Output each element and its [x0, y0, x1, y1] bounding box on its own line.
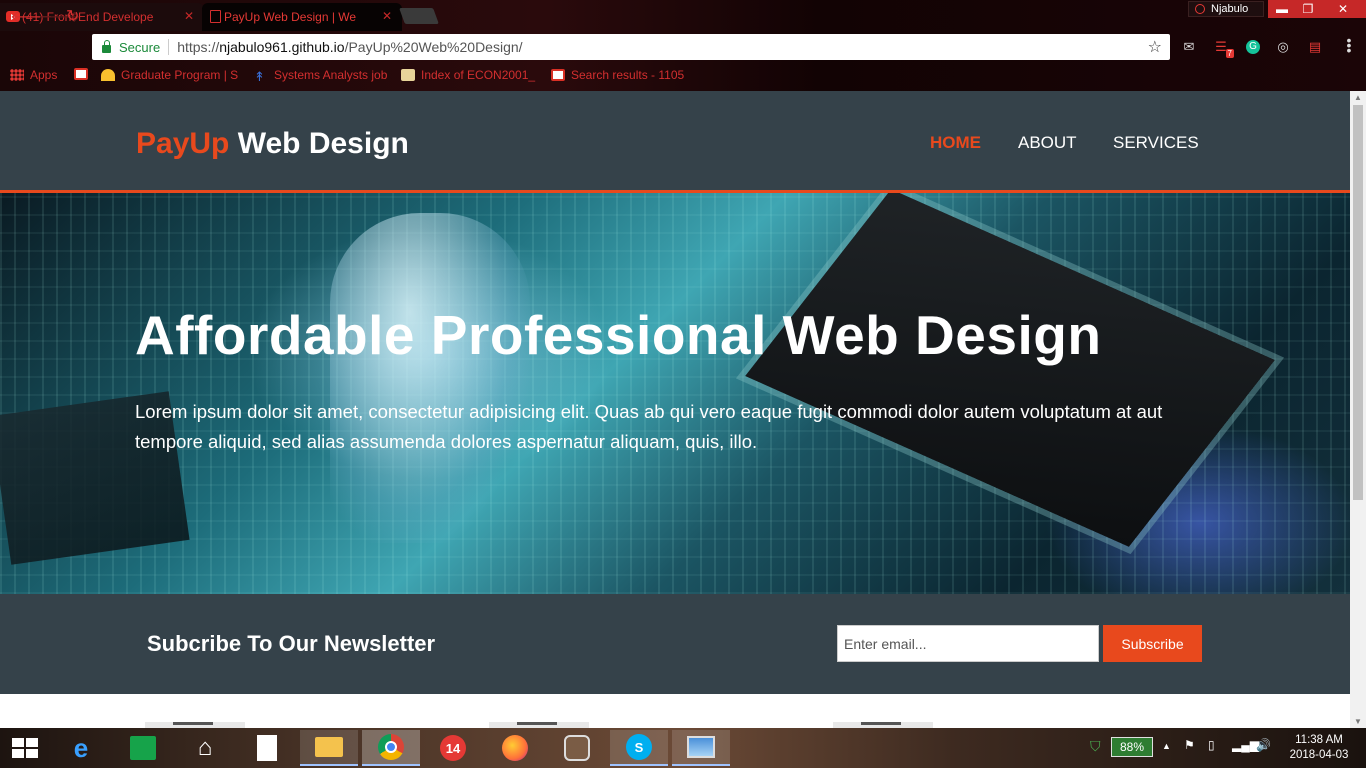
umbrella-icon — [101, 69, 115, 81]
taskbar: e ⌂ 14 S ⛉ 88% ▲ ⚑ ▯ ▂▄▆ 🔊 11:38 AM 2018… — [0, 728, 1366, 768]
page-icon — [210, 10, 221, 23]
profile-button[interactable]: Njabulo — [1188, 1, 1264, 17]
show-hidden-icons[interactable]: ▲ — [1162, 741, 1171, 751]
bookmark-econ2001[interactable]: Index of ECON2001_ — [401, 68, 535, 82]
hero-text: Lorem ipsum dolor sit amet, consectetur … — [135, 401, 1163, 452]
profile-icon — [1195, 4, 1205, 14]
scrollbar-thumb[interactable] — [1353, 105, 1363, 500]
page-viewport: PayUp Web Design HOME ABOUT SERVICES Aff… — [0, 91, 1350, 728]
email-field[interactable] — [837, 625, 1099, 662]
clock[interactable]: 11:38 AM 2018-04-03 — [1282, 733, 1356, 763]
bookmark-apps[interactable]: Apps — [10, 68, 57, 82]
browser-chrome: (41) Front End Develope ✕ PayUp Web Desi… — [0, 0, 1366, 91]
bookmark-star-icon[interactable]: ☆ — [1148, 37, 1162, 57]
network-icon[interactable]: ▂▄▆ — [1232, 738, 1259, 752]
scroll-down-icon[interactable]: ▼ — [1354, 717, 1362, 726]
close-tab-icon[interactable]: ✕ — [382, 9, 392, 23]
nav-services[interactable]: SERVICES — [1113, 133, 1199, 153]
power-icon[interactable]: ▯ — [1208, 738, 1215, 752]
security-shield-icon[interactable]: ⛉ — [1090, 738, 1101, 755]
fingerprint-icon[interactable]: ◎ — [1274, 38, 1292, 56]
close-window-button[interactable]: ✕ — [1320, 0, 1366, 18]
bookmark-gmail[interactable] — [74, 68, 88, 80]
firefox-icon[interactable] — [486, 730, 544, 766]
newsletter-section: Subcribe To Our Newsletter Subscribe — [0, 594, 1350, 694]
profile-name: Njabulo — [1211, 3, 1249, 15]
instagram-icon[interactable] — [548, 730, 606, 766]
apps-grid-icon — [10, 69, 24, 81]
minimize-button[interactable]: ▬ — [1268, 0, 1296, 18]
secure-label: Secure — [119, 39, 161, 55]
bookmark-graduate-program[interactable]: Graduate Program | S — [101, 68, 238, 82]
newsletter-title: Subcribe To Our Newsletter — [147, 631, 436, 656]
action-flag-icon[interactable]: ⚑ — [1184, 738, 1195, 752]
arrow-up-icon: ↟ — [254, 69, 265, 84]
subscribe-button[interactable]: Subscribe — [1103, 625, 1202, 662]
clock-time: 11:38 AM — [1295, 734, 1343, 746]
bookmarks-bar: Apps Graduate Program | S ↟ Systems Anal… — [0, 64, 1366, 88]
url-text[interactable]: https://njabulo961.github.io/PayUp%20Web… — [177, 39, 522, 55]
new-tab-button[interactable] — [399, 8, 439, 24]
nav-about[interactable]: ABOUT — [1018, 133, 1077, 153]
page-scrollbar[interactable]: ▲ ▼ — [1350, 91, 1366, 728]
site-header: PayUp Web Design HOME ABOUT SERVICES — [0, 91, 1350, 193]
menu-icon[interactable]: • • • — [1344, 33, 1354, 57]
home-icon[interactable]: ⌂ — [176, 730, 234, 766]
mail-checker-icon[interactable]: ✉ — [1180, 38, 1198, 56]
store-icon[interactable] — [114, 730, 172, 766]
bookmark-search-results[interactable]: Search results - 1105 — [551, 68, 684, 82]
reload-icon[interactable]: ↻ — [66, 6, 79, 26]
photos-icon[interactable] — [672, 730, 730, 766]
grammarly-icon[interactable]: G — [1244, 38, 1262, 56]
close-tab-icon[interactable]: ✕ — [184, 9, 194, 23]
tab-title: PayUp Web Design | We — [224, 10, 357, 24]
hero-title: Affordable Professional Web Design — [135, 304, 1102, 366]
scroll-up-icon[interactable]: ▲ — [1354, 93, 1362, 102]
gmail-icon — [74, 68, 88, 80]
volume-icon[interactable]: 🔊 — [1256, 738, 1271, 752]
tab-payup[interactable]: PayUp Web Design | We ✕ — [202, 3, 402, 31]
file-icon[interactable] — [238, 730, 296, 766]
start-icon[interactable] — [12, 738, 38, 758]
internet-explorer-icon[interactable]: e — [52, 730, 110, 766]
nav-home[interactable]: HOME — [930, 133, 981, 153]
battery-indicator[interactable]: 88% — [1111, 737, 1153, 757]
chrome-icon[interactable] — [362, 730, 420, 766]
lock-icon — [102, 40, 111, 53]
todoist-icon[interactable]: ☰ 7 — [1212, 38, 1234, 58]
app-14-icon[interactable]: 14 — [424, 730, 482, 766]
address-bar[interactable]: Secure https://njabulo961.github.io/PayU… — [92, 34, 1170, 60]
divider — [168, 39, 170, 55]
gmail-icon — [551, 69, 565, 81]
boxes-section — [0, 694, 1350, 728]
site-logo[interactable]: PayUp Web Design — [136, 127, 409, 161]
file-explorer-icon[interactable] — [300, 730, 358, 766]
tab-bar: (41) Front End Develope ✕ PayUp Web Desi… — [0, 0, 1366, 32]
hero-showcase: Affordable Professional Web Design Lorem… — [0, 193, 1350, 594]
maximize-button[interactable]: ❐ — [1294, 0, 1322, 18]
bookmark-systems-analysts[interactable]: ↟ Systems Analysts job — [254, 68, 387, 84]
robot-image — [330, 213, 530, 543]
folder-icon — [401, 69, 415, 81]
clock-date: 2018-04-03 — [1289, 749, 1349, 761]
skype-icon[interactable]: S — [610, 730, 668, 766]
pdf-icon[interactable]: ▤ — [1306, 38, 1324, 56]
